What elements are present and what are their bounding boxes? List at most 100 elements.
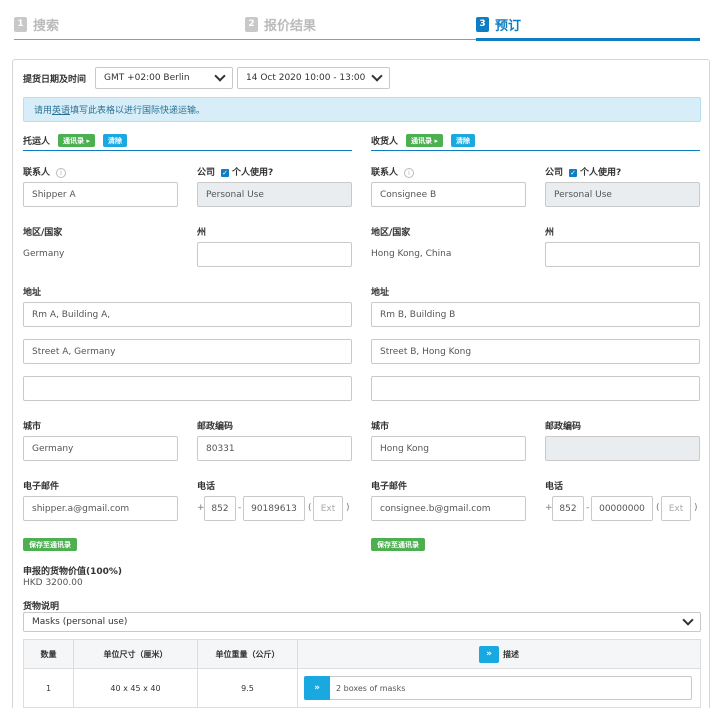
pickup-date-label: 提货日期及时间 (23, 75, 87, 85)
shipper-email-input[interactable]: shipper.a@gmail.com (23, 496, 178, 521)
consignee-address-line1[interactable]: Rm B, Building B (371, 302, 700, 327)
consignee-personal-use-checkbox[interactable]: ✓ (569, 169, 578, 177)
shipper-email-label: 电子邮件 (23, 482, 60, 492)
items-table: 数量 单位尺寸（厘米） 单位重量（公斤） » 描述 1 40 x 45 x 40… (23, 639, 701, 708)
shipper-phone-country-code[interactable]: 852 (204, 496, 236, 521)
step-label: 预订 (495, 18, 522, 34)
notice-link-english[interactable]: 英语 (52, 103, 70, 116)
english-notice: 请用 英语 填写此表格以进行国际快递运输。 (23, 97, 701, 122)
shipper-address-label: 地址 (23, 288, 42, 298)
shipper-state-label: 州 (197, 228, 207, 238)
shipper-contact-input[interactable]: Shipper A (23, 182, 178, 207)
row-description: » 2 boxes of masks (298, 669, 700, 707)
consignee-clear-button[interactable]: 清除 (450, 134, 475, 147)
consignee-city-label: 城市 (371, 422, 390, 432)
shipper-ext-close-paren: ) (346, 503, 350, 513)
info-icon[interactable]: i (404, 168, 415, 178)
consignee-contact-label-text: 联系人 (371, 168, 399, 178)
shipper-company-label: 公司 ✓ 个人使用? (197, 165, 273, 178)
chevron-down-icon (214, 70, 226, 82)
shipper-phone-dash: - (238, 503, 242, 513)
shipper-city-input[interactable]: Germany (23, 436, 178, 461)
timezone-select[interactable]: GMT +02:00 Berlin (95, 67, 233, 89)
table-header-row: 数量 单位尺寸（厘米） 单位重量（公斤） » 描述 (24, 640, 700, 669)
shipper-title: 托运人 (23, 137, 51, 147)
shipper-phone-ext[interactable]: Ext (313, 496, 343, 521)
shipper-save-address-button[interactable]: 保存至通讯录 (23, 538, 77, 551)
pickup-datetime-select[interactable]: 14 Oct 2020 10:00 - 13:00 (237, 67, 390, 89)
shipper-phone-label: 电话 (197, 482, 216, 492)
goods-description-label: 货物说明 (23, 602, 60, 612)
shipper-company-label-text: 公司 (197, 168, 216, 178)
consignee-state-input[interactable] (545, 242, 700, 267)
consignee-postal-input (545, 436, 700, 461)
declared-value-label: 申报的货物价值(100%) (23, 567, 123, 577)
header-unit-weight: 单位重量（公斤） (198, 640, 298, 668)
timezone-value: GMT +02:00 Berlin (104, 73, 190, 83)
chevron-down-icon (371, 70, 383, 82)
shipper-address-line1[interactable]: Rm A, Building A, (23, 302, 352, 327)
step-label: 搜索 (33, 18, 60, 34)
shipper-postal-input[interactable]: 80331 (197, 436, 352, 461)
consignee-address-line3[interactable] (371, 376, 700, 401)
step-number: 3 (476, 16, 489, 32)
row-unit-size: 40 x 45 x 40 (74, 669, 198, 707)
shipper-company-input: Personal Use (197, 182, 352, 207)
chevron-down-icon (682, 614, 694, 626)
row-description-input[interactable]: » 2 boxes of masks (304, 676, 692, 700)
consignee-state-label: 州 (545, 228, 555, 238)
consignee-phone-country-code[interactable]: 852 (552, 496, 584, 521)
header-description-text: 描述 (503, 649, 519, 659)
shipper-state-input[interactable] (197, 242, 352, 267)
consignee-company-input: Personal Use (545, 182, 700, 207)
booking-steps: 1 搜索 2 报价结果 3 预订 (0, 0, 724, 42)
consignee-ext-close-paren: ) (694, 503, 698, 513)
booking-form: 提货日期及时间 GMT +02:00 Berlin 14 Oct 2020 10… (12, 59, 710, 708)
consignee-phone-label: 电话 (545, 482, 564, 492)
consignee-region-value: Hong Kong, China (371, 249, 452, 259)
row-description-value: 2 boxes of masks (336, 683, 406, 693)
step-search[interactable]: 1 搜索 (14, 14, 59, 34)
table-row: 1 40 x 45 x 40 9.5 » 2 boxes of masks (24, 669, 700, 707)
consignee-phone-ext[interactable]: Ext (661, 496, 691, 521)
shipper-address-book-button[interactable]: 通讯录 ▸ (58, 134, 95, 147)
header-description: » 描述 (298, 640, 700, 668)
shipper-address-line3[interactable] (23, 376, 352, 401)
consignee-company-label: 公司 ✓ 个人使用? (545, 165, 621, 178)
consignee-ext-placeholder: Ext (668, 503, 684, 514)
consignee-contact-input[interactable]: Consignee B (371, 182, 526, 207)
consignee-email-input[interactable]: consignee.b@gmail.com (371, 496, 526, 521)
consignee-address-book-button[interactable]: 通讯录 ▸ (406, 134, 443, 147)
info-icon[interactable]: i (56, 168, 67, 178)
consignee-personal-use-label: 个人使用? (580, 168, 622, 178)
pickup-datetime-value: 14 Oct 2020 10:00 - 13:00 (246, 73, 366, 83)
shipper-clear-button[interactable]: 清除 (102, 134, 127, 147)
step-quote-results[interactable]: 2 报价结果 (245, 14, 316, 34)
step-booking[interactable]: 3 预订 (476, 14, 521, 34)
notice-text-after: 填写此表格以进行国际快递运输。 (70, 106, 206, 116)
expand-all-icon[interactable]: » (479, 645, 499, 663)
consignee-save-address-button[interactable]: 保存至通讯录 (371, 538, 425, 551)
consignee-phone-dash: - (586, 503, 590, 513)
shipper-phone-number[interactable]: 90189613 (243, 496, 305, 521)
step-label: 报价结果 (264, 18, 317, 34)
expand-row-icon[interactable]: » (304, 676, 330, 700)
shipper-contact-label: 联系人 i (23, 165, 67, 178)
shipper-ext-open-paren: ( (308, 503, 312, 513)
shipper-region-value: Germany (23, 249, 65, 259)
shipper-address-line2[interactable]: Street A, Germany (23, 339, 352, 364)
header-quantity: 数量 (24, 640, 74, 668)
shipper-personal-use-checkbox[interactable]: ✓ (221, 169, 230, 177)
shipper-personal-use-label: 个人使用? (232, 168, 274, 178)
step-number: 2 (245, 16, 258, 32)
shipper-ext-placeholder: Ext (320, 503, 336, 514)
row-quantity: 1 (24, 669, 74, 707)
consignee-contact-label: 联系人 i (371, 165, 415, 178)
consignee-address-line2[interactable]: Street B, Hong Kong (371, 339, 700, 364)
consignee-phone-number[interactable]: 00000000 (591, 496, 653, 521)
header-unit-size: 单位尺寸（厘米） (74, 640, 198, 668)
goods-description-select[interactable]: Masks (personal use) (23, 612, 701, 632)
shipper-contact-label-text: 联系人 (23, 168, 51, 178)
goods-description-value: Masks (personal use) (32, 617, 128, 627)
consignee-city-input[interactable]: Hong Kong (371, 436, 526, 461)
